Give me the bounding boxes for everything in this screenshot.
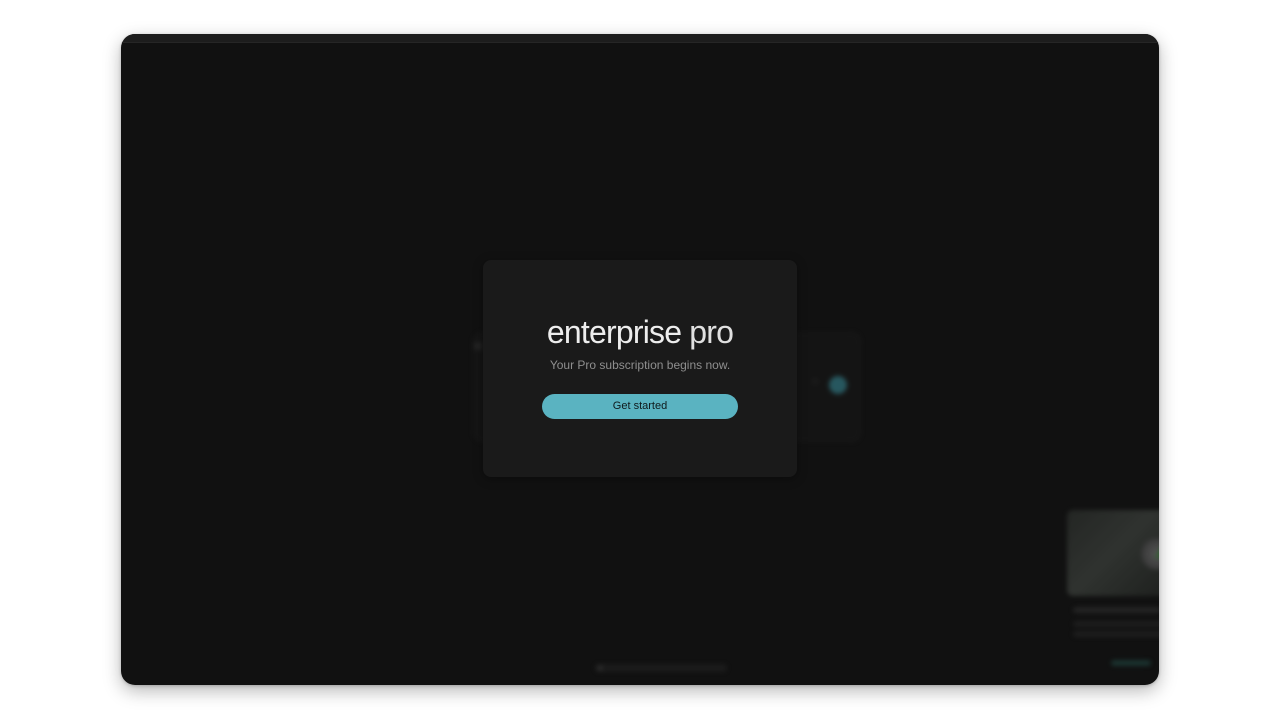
brand-tier: pro [689,314,734,350]
paperclip-icon: ✧ [811,377,820,388]
background-card-image [1067,510,1159,596]
welcome-modal: enterprise pro Your Pro subscription begi… [483,260,797,477]
app-window: ✧ enterprise pro Your Pro subscription be… [121,34,1159,685]
background-footer-hint [595,664,727,672]
background-card-link [1111,660,1151,666]
modal-subtitle: Your Pro subscription begins now. [549,358,731,372]
background-footer-icon [597,665,603,671]
background-focus-icon [474,342,482,350]
background-card-text [1073,631,1159,637]
background-promo-card [1067,510,1159,680]
background-card-title [1073,607,1159,613]
brand-wordmark: enterprise pro [483,314,797,350]
background-card-text [1073,621,1159,627]
arrow-right-icon [829,376,847,394]
brand-name: enterprise [546,314,682,350]
drive-logo-icon [1141,536,1159,572]
get-started-button[interactable]: Get started [542,394,738,419]
